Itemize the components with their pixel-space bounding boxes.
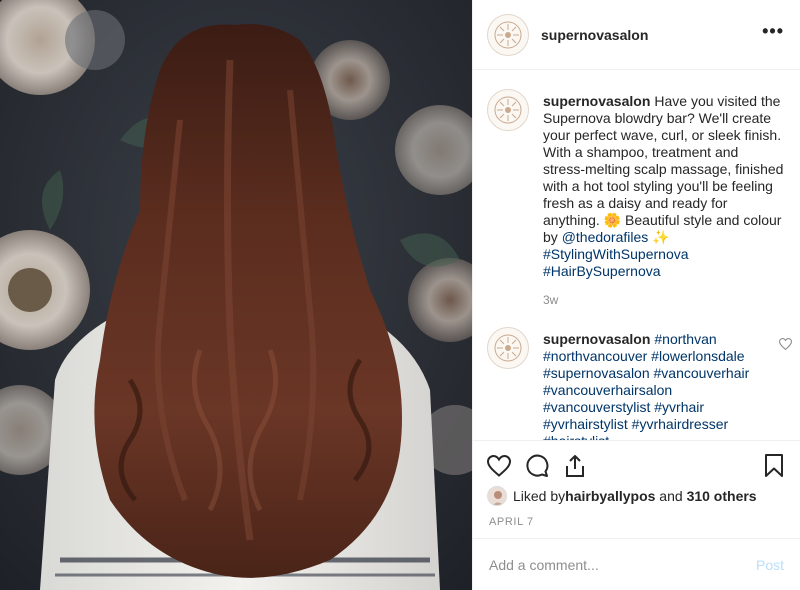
comment-button[interactable] bbox=[525, 447, 563, 485]
salon-logo bbox=[494, 21, 522, 48]
caption-username[interactable]: supernovasalon bbox=[543, 93, 650, 109]
comment-item: supernovasalon #northvan #northvancouver … bbox=[487, 309, 784, 440]
post-header: supernovasalon ••• bbox=[473, 0, 800, 70]
caption-body: supernovasalon Have you visited the Super… bbox=[543, 71, 784, 309]
small-heart-icon[interactable] bbox=[779, 338, 792, 350]
more-icon[interactable]: ••• bbox=[762, 22, 784, 44]
post-side-panel: supernovasalon ••• supernovasalon Have y… bbox=[472, 0, 800, 590]
comment-username[interactable]: supernovasalon bbox=[543, 331, 650, 347]
save-button[interactable] bbox=[746, 447, 784, 485]
likes-summary: Liked by hairbyallypos and 310 others bbox=[487, 486, 784, 506]
caption-text: Have you visited the Supernova blowdry b… bbox=[543, 93, 784, 245]
sparkle-emoji: ✨ bbox=[648, 229, 670, 245]
add-comment-bar: Post bbox=[473, 538, 800, 590]
liker-username[interactable]: hairbyallypos bbox=[565, 488, 655, 504]
hair-photo-image bbox=[0, 0, 472, 590]
action-bar bbox=[473, 440, 800, 490]
mention-link[interactable]: @thedorafiles bbox=[562, 229, 649, 245]
post-photo[interactable] bbox=[0, 0, 472, 590]
bookmark-icon bbox=[765, 453, 783, 477]
share-icon bbox=[566, 454, 584, 477]
instagram-post: supernovasalon ••• supernovasalon Have y… bbox=[0, 0, 800, 590]
comment-icon bbox=[526, 454, 549, 477]
comment-hashtags[interactable]: #northvan #northvancouver #lowerlonsdale… bbox=[543, 331, 749, 440]
caption-avatar[interactable] bbox=[487, 89, 529, 131]
comment-input[interactable] bbox=[489, 556, 756, 573]
caption: supernovasalon Have you visited the Super… bbox=[487, 71, 784, 309]
liker-avatar[interactable] bbox=[487, 486, 507, 506]
share-button[interactable] bbox=[563, 447, 601, 485]
salon-logo bbox=[494, 96, 522, 124]
post-comment-button[interactable]: Post bbox=[756, 557, 784, 573]
likes-middle: and bbox=[655, 488, 687, 504]
comments-list[interactable]: supernovasalon Have you visited the Super… bbox=[473, 71, 800, 440]
salon-logo-avatar[interactable] bbox=[487, 13, 529, 56]
comment-avatar[interactable] bbox=[487, 327, 529, 369]
likes-prefix: Liked by bbox=[513, 488, 566, 504]
user-avatar-image bbox=[488, 487, 506, 505]
caption-timestamp[interactable]: 3w bbox=[543, 292, 784, 309]
salon-logo bbox=[494, 334, 522, 362]
comment-body: supernovasalon #northvan #northvancouver … bbox=[543, 309, 784, 440]
post-date[interactable]: APRIL 7 bbox=[489, 516, 534, 528]
likes-others-link[interactable]: 310 others bbox=[687, 488, 757, 504]
hashtag-link[interactable]: #HairBySupernova bbox=[543, 263, 661, 279]
like-button[interactable] bbox=[487, 447, 525, 485]
header-username[interactable]: supernovasalon bbox=[541, 27, 762, 43]
hashtag-link[interactable]: #StylingWithSupernova bbox=[543, 246, 689, 262]
heart-icon bbox=[487, 454, 511, 477]
